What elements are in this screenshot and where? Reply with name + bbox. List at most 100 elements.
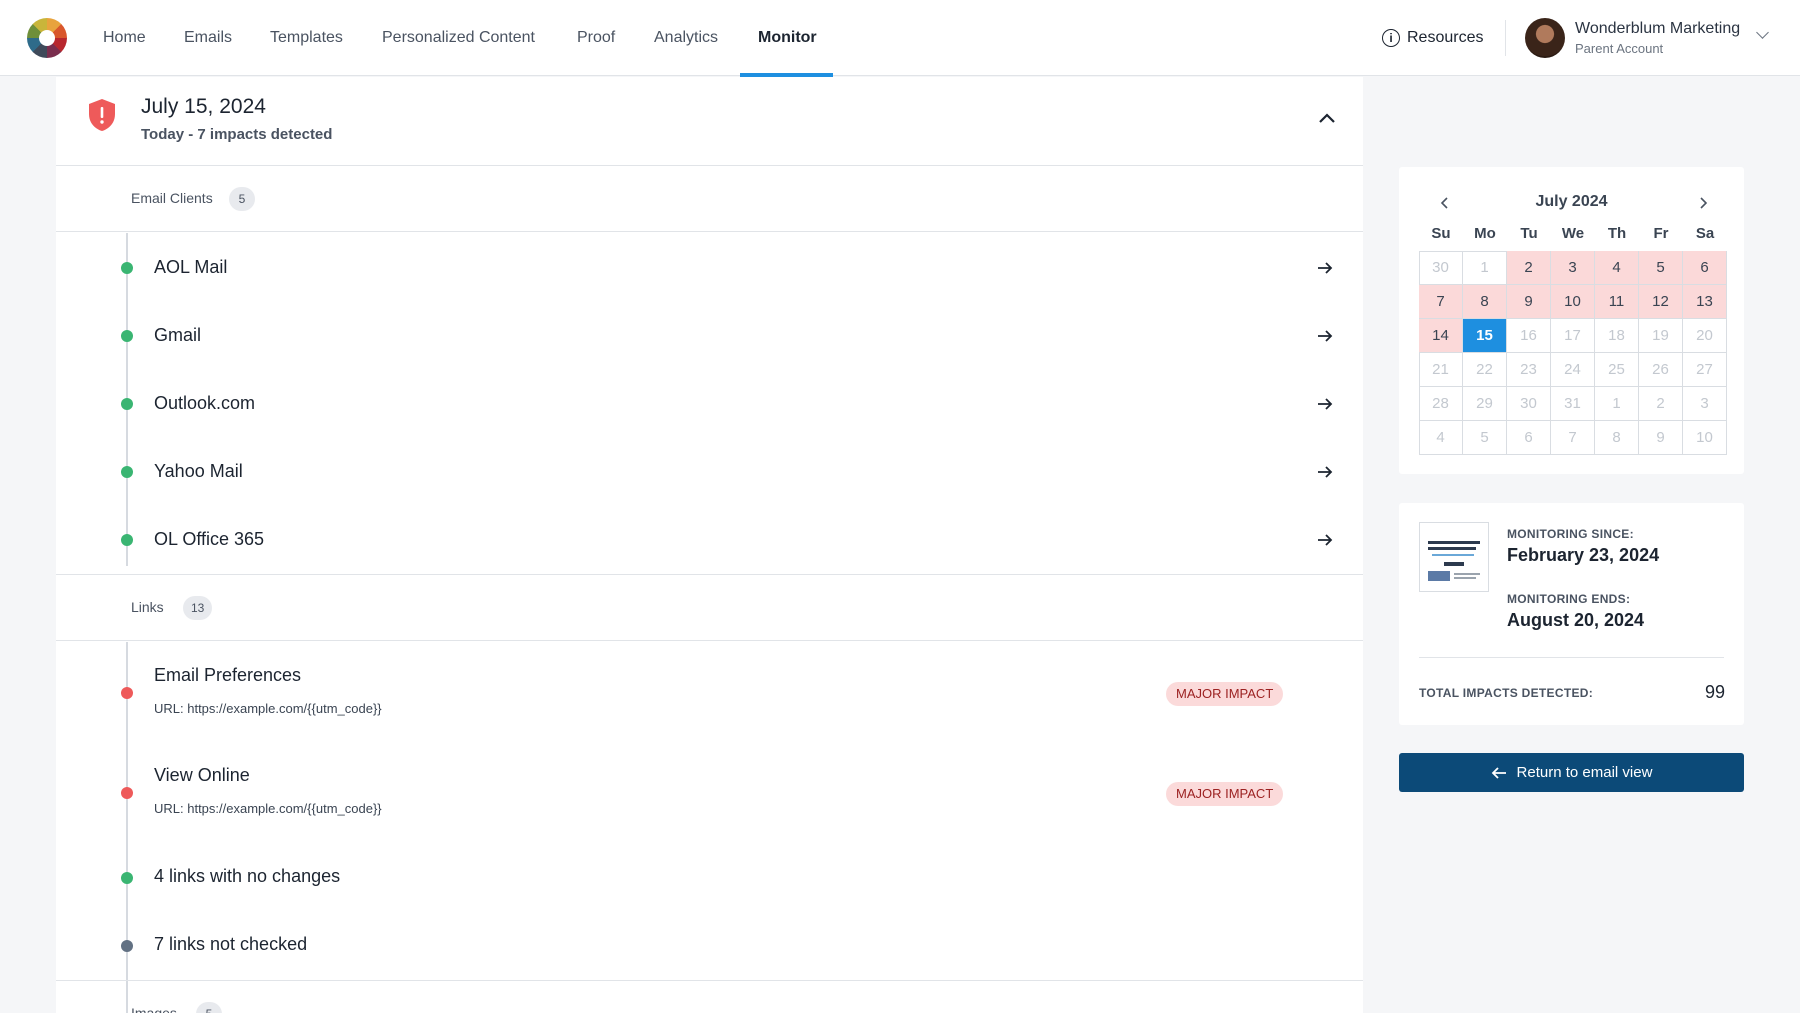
resources-link[interactable]: i Resources bbox=[1382, 26, 1483, 50]
arrow-left-icon bbox=[1491, 766, 1506, 779]
calendar-day-selected[interactable]: 15 bbox=[1463, 319, 1507, 353]
calendar-day[interactable]: 13 bbox=[1683, 285, 1727, 319]
calendar-day[interactable]: 2 bbox=[1507, 251, 1551, 285]
total-impacts-value: 99 bbox=[1704, 682, 1725, 702]
calendar-weekday: Mo bbox=[1474, 225, 1496, 242]
email-clients-section-header: Email Clients 5 bbox=[56, 166, 1363, 232]
email-clients-label: Email Clients bbox=[131, 190, 213, 206]
email-client-name: Outlook.com bbox=[154, 393, 256, 413]
images-section-header: Images 5 bbox=[56, 981, 1363, 1013]
calendar-day: 17 bbox=[1551, 319, 1595, 353]
status-badge: MAJOR IMPACT bbox=[1166, 782, 1284, 806]
status-dot bbox=[121, 940, 133, 952]
calendar-day[interactable]: 10 bbox=[1551, 285, 1595, 319]
link-summary: 4 links with no changes bbox=[154, 866, 341, 886]
calendar-weekday: Su bbox=[1431, 225, 1451, 242]
nav-templates[interactable]: Templates bbox=[270, 0, 343, 76]
email-client-name: Yahoo Mail bbox=[154, 461, 243, 481]
total-impacts-label: TOTAL IMPACTS DETECTED: bbox=[1419, 686, 1594, 700]
status-badge: MAJOR IMPACT bbox=[1166, 682, 1284, 706]
monitoring-ends-value: August 20, 2024 bbox=[1507, 610, 1645, 630]
chevron-up-icon[interactable] bbox=[1314, 107, 1340, 129]
link-name: View Online bbox=[154, 765, 250, 785]
calendar: July 2024 30 1 2 3 4 5 6 7 8 9 10 11 12 13 14 15 16 17 18 1… bbox=[1399, 167, 1744, 474]
nav-divider bbox=[1505, 20, 1506, 56]
calendar-weekday: Th bbox=[1607, 225, 1627, 242]
arrow-right-icon[interactable] bbox=[1316, 463, 1334, 481]
top-nav: Home Emails Templates Personalized Conte… bbox=[0, 0, 1800, 77]
calendar-day[interactable]: 11 bbox=[1595, 285, 1639, 319]
arrow-right-icon[interactable] bbox=[1316, 327, 1334, 345]
calendar-day: 7 bbox=[1551, 421, 1595, 455]
link-name: Email Preferences bbox=[154, 665, 302, 685]
calendar-day[interactable]: 6 bbox=[1683, 251, 1727, 285]
impact-summary: Today - 7 impacts detected bbox=[141, 126, 333, 143]
monitoring-ends-label: MONITORING ENDS: bbox=[1507, 592, 1631, 606]
calendar-day[interactable]: 4 bbox=[1595, 251, 1639, 285]
images-count: 5 bbox=[196, 1002, 222, 1013]
calendar-day: 3 bbox=[1683, 387, 1727, 421]
calendar-day: 26 bbox=[1639, 353, 1683, 387]
monitoring-info-card: MONITORING SINCE: February 23, 2024 MONI… bbox=[1399, 503, 1744, 725]
calendar-day: 30 bbox=[1419, 251, 1463, 285]
account-name[interactable]: Wonderblum Marketing bbox=[1575, 20, 1740, 38]
link-summary: 7 links not checked bbox=[154, 934, 308, 954]
status-dot bbox=[121, 262, 133, 274]
report-date: July 15, 2024 bbox=[141, 95, 266, 118]
status-dot bbox=[121, 466, 133, 478]
email-client-name: AOL Mail bbox=[154, 257, 228, 277]
status-dot bbox=[121, 787, 133, 799]
calendar-day[interactable]: 9 bbox=[1507, 285, 1551, 319]
brand-logo[interactable] bbox=[27, 18, 67, 58]
calendar-day: 16 bbox=[1507, 319, 1551, 353]
resources-label: Resources bbox=[1407, 29, 1484, 46]
calendar-day: 27 bbox=[1683, 353, 1727, 387]
nav-monitor[interactable]: Monitor bbox=[758, 0, 817, 76]
chevron-right-icon[interactable] bbox=[1695, 195, 1711, 211]
nav-personalized-content[interactable]: Personalized Content bbox=[382, 0, 535, 76]
calendar-day: 25 bbox=[1595, 353, 1639, 387]
images-label: Images bbox=[131, 1005, 177, 1013]
nav-emails[interactable]: Emails bbox=[184, 0, 232, 76]
calendar-day[interactable]: 7 bbox=[1419, 285, 1463, 319]
chevron-down-icon[interactable] bbox=[1756, 26, 1769, 39]
link-url: URL: https://example.com/{{utm_code}} bbox=[154, 801, 382, 816]
arrow-right-icon[interactable] bbox=[1316, 531, 1334, 549]
calendar-day: 21 bbox=[1419, 353, 1463, 387]
nav-proof[interactable]: Proof bbox=[577, 0, 615, 76]
calendar-day: 31 bbox=[1551, 387, 1595, 421]
calendar-month: July 2024 bbox=[1535, 193, 1608, 210]
calendar-day: 1 bbox=[1463, 251, 1507, 285]
nav-analytics[interactable]: Analytics bbox=[654, 0, 718, 76]
links-section-header: Links 13 bbox=[56, 575, 1363, 641]
calendar-day: 10 bbox=[1683, 421, 1727, 455]
calendar-day: 22 bbox=[1463, 353, 1507, 387]
links-label: Links bbox=[131, 599, 164, 615]
calendar-day: 28 bbox=[1419, 387, 1463, 421]
avatar[interactable] bbox=[1525, 18, 1565, 58]
calendar-day[interactable]: 5 bbox=[1639, 251, 1683, 285]
arrow-right-icon[interactable] bbox=[1316, 259, 1334, 277]
arrow-right-icon[interactable] bbox=[1316, 395, 1334, 413]
calendar-day: 18 bbox=[1595, 319, 1639, 353]
calendar-day[interactable]: 3 bbox=[1551, 251, 1595, 285]
calendar-day: 24 bbox=[1551, 353, 1595, 387]
calendar-day: 30 bbox=[1507, 387, 1551, 421]
date-header[interactable]: July 15, 2024 Today - 7 impacts detected bbox=[56, 77, 1363, 166]
calendar-weekday: We bbox=[1561, 225, 1585, 242]
status-dot bbox=[121, 534, 133, 546]
email-thumbnail[interactable] bbox=[1419, 522, 1489, 592]
link-url: URL: https://example.com/{{utm_code}} bbox=[154, 701, 382, 716]
return-to-email-view-button[interactable]: Return to email view bbox=[1399, 753, 1744, 792]
status-dot bbox=[121, 330, 133, 342]
nav-home[interactable]: Home bbox=[103, 0, 146, 76]
calendar-day[interactable]: 8 bbox=[1463, 285, 1507, 319]
calendar-day[interactable]: 12 bbox=[1639, 285, 1683, 319]
email-clients-count: 5 bbox=[229, 187, 255, 211]
status-dot bbox=[121, 872, 133, 884]
impact-report-panel: July 15, 2024 Today - 7 impacts detected… bbox=[56, 77, 1363, 1013]
calendar-day: 23 bbox=[1507, 353, 1551, 387]
calendar-day: 6 bbox=[1507, 421, 1551, 455]
calendar-weekday: Tu bbox=[1520, 225, 1538, 242]
calendar-day[interactable]: 14 bbox=[1419, 319, 1463, 353]
